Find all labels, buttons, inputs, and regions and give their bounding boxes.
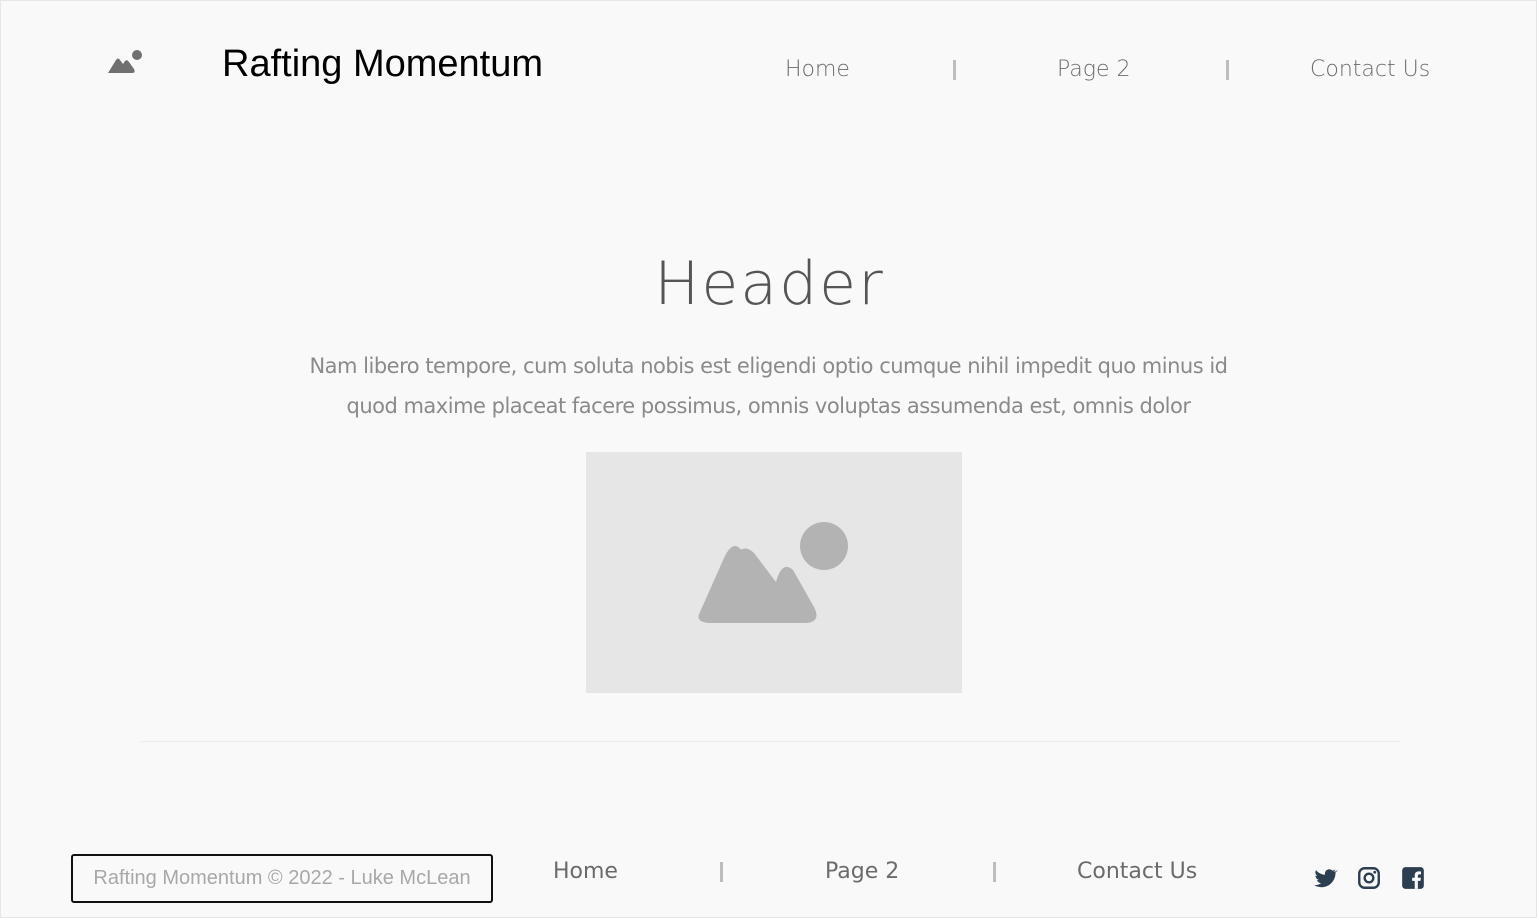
section-divider <box>141 741 1401 742</box>
footer-nav-home[interactable]: Home <box>553 855 618 889</box>
nav-separator <box>1226 60 1229 80</box>
hero-text-line-2: quod maxime placeat facere possimus, omn… <box>346 394 1191 418</box>
footer-nav-page-2[interactable]: Page 2 <box>825 855 899 889</box>
page: Rafting Momentum Home Page 2 Contact Us … <box>0 0 1537 918</box>
hero-description: Nam libero tempore, cum soluta nobis est… <box>301 346 1236 426</box>
footer-nav-contact-us[interactable]: Contact Us <box>1077 855 1197 889</box>
hero-text-line-1: Nam libero tempore, cum soluta nobis est… <box>309 354 1228 378</box>
nav-contact-us[interactable]: Contact Us <box>1310 53 1430 87</box>
footer-nav: Home Page 2 Contact Us <box>1 855 1538 889</box>
nav-page-2[interactable]: Page 2 <box>1057 53 1131 87</box>
twitter-icon[interactable] <box>1312 865 1338 891</box>
facebook-icon[interactable] <box>1400 865 1426 891</box>
nav-separator <box>993 862 996 882</box>
instagram-icon[interactable] <box>1356 865 1382 891</box>
hero-title: Header <box>654 249 885 319</box>
nav-separator <box>953 60 956 80</box>
image-placeholder <box>586 452 962 693</box>
nav-home[interactable]: Home <box>785 53 850 87</box>
header-nav: Home Page 2 Contact Us <box>1 53 1538 87</box>
image-placeholder-icon <box>698 522 848 623</box>
nav-separator <box>720 862 723 882</box>
